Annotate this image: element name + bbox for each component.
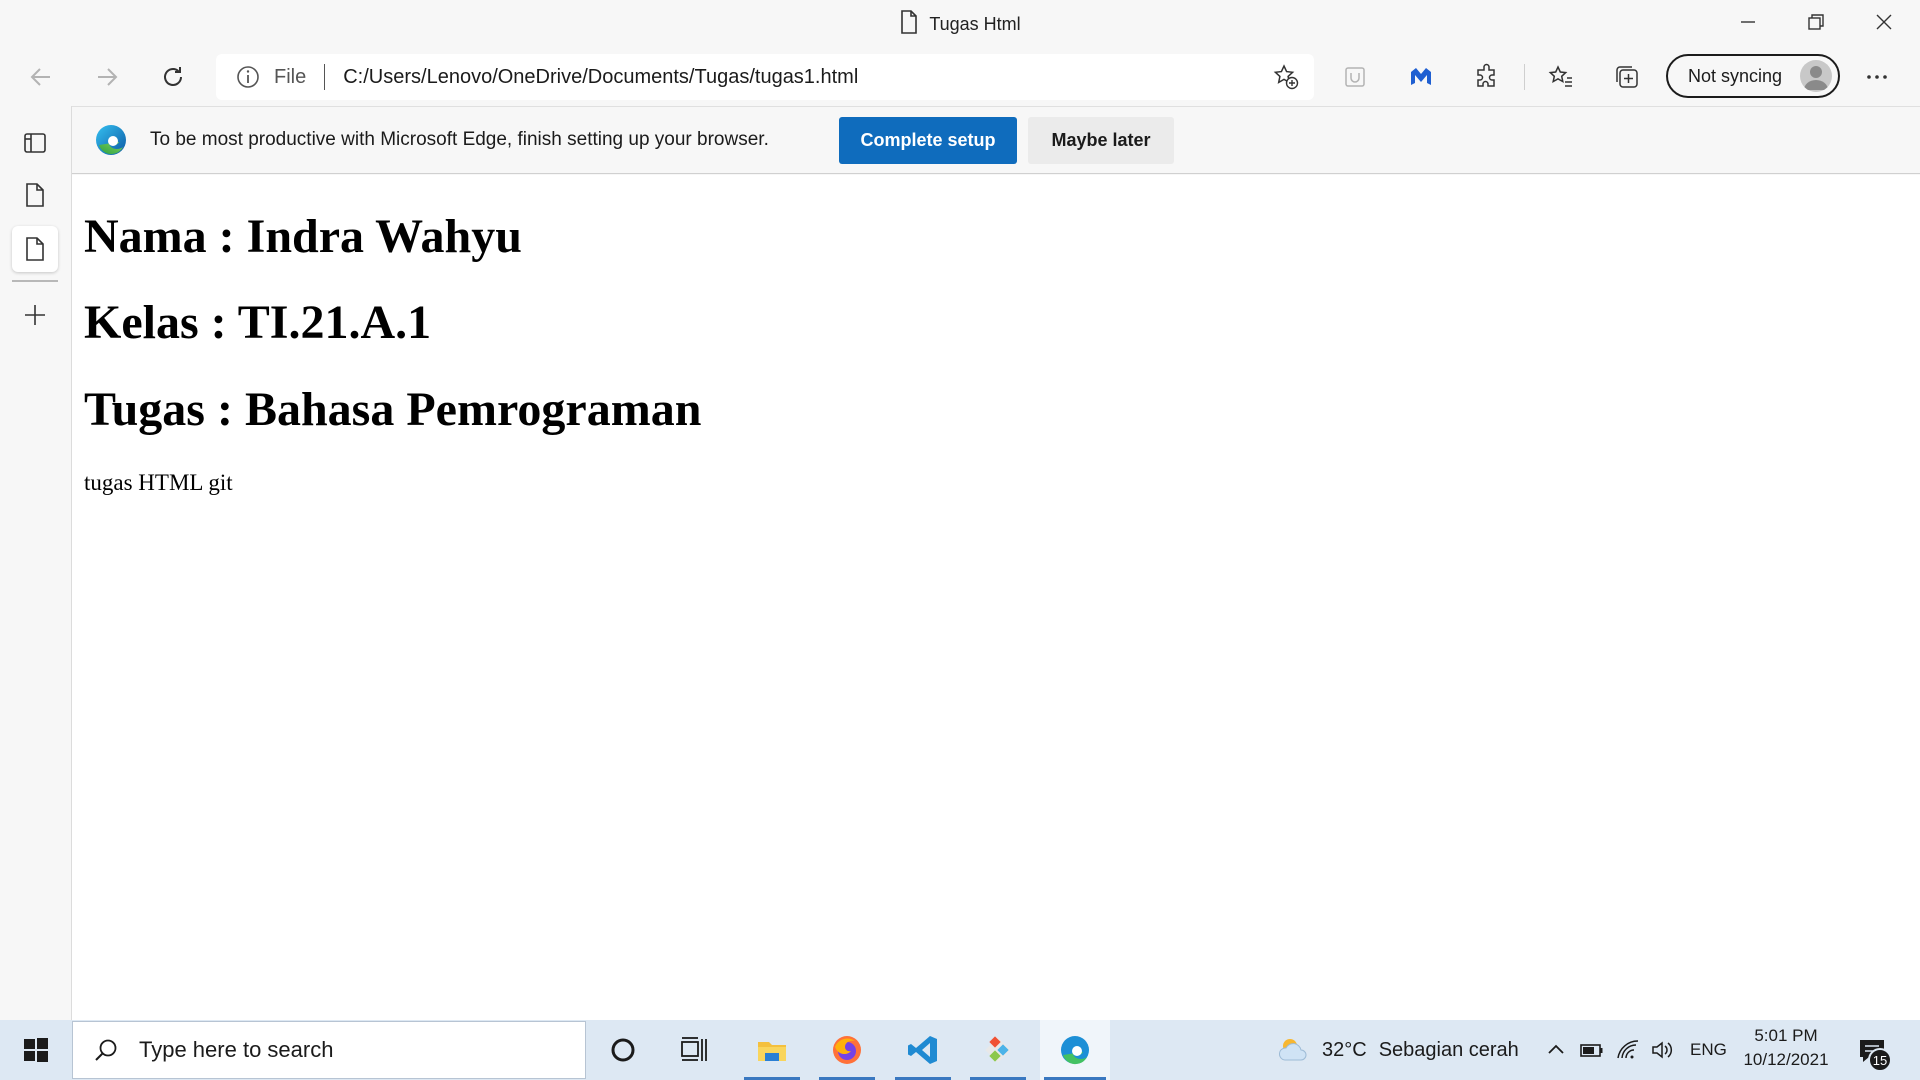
title-bar: Tugas Html [0,0,1920,48]
firefox-button[interactable] [815,1020,879,1080]
toolbar-separator [1524,64,1525,90]
volume-icon [1652,1041,1673,1059]
collections-button[interactable] [1608,58,1646,96]
site-info-label[interactable]: File [274,66,306,89]
browser-toolbar: File C:/Users/Lenovo/OneDrive/Documents/… [0,48,1920,106]
refresh-button[interactable] [150,54,196,100]
firefox-icon [833,1036,861,1064]
weather-icon [1279,1039,1307,1061]
forward-icon [98,68,118,86]
weather-temperature: 32°C [1322,1038,1367,1061]
window-title-area: Tugas Html [0,0,1920,48]
extension-icon [1345,67,1365,87]
avatar [1800,60,1832,92]
back-icon [30,68,50,86]
weather-widget[interactable]: 32°C Sebagian cerah [1322,1020,1519,1080]
malwarebytes-extension-button[interactable] [1402,58,1440,96]
network-button[interactable] [1614,1036,1642,1064]
taskbar-clock[interactable]: 5:01 PM 10/12/2021 [1736,1024,1836,1072]
close-icon [1876,14,1892,30]
task-view-icon [681,1037,707,1061]
git-gui-button[interactable] [966,1020,1030,1080]
refresh-icon [164,67,182,86]
restore-icon [1808,14,1824,30]
address-bar[interactable]: File C:/Users/Lenovo/OneDrive/Documents/… [216,54,1314,100]
heading-class: Kelas : TI.21.A.1 [84,296,432,349]
search-icon [95,1039,117,1061]
volume-button[interactable] [1648,1036,1676,1064]
show-hidden-icons-button[interactable] [1542,1036,1570,1064]
heading-task: Tugas : Bahasa Pemrograman [84,383,702,436]
settings-more-button[interactable] [1858,58,1896,96]
battery-icon [1580,1044,1603,1057]
plus-icon [25,305,45,325]
tab-actions-button[interactable] [12,120,58,166]
vscode-icon [908,1036,937,1064]
profile-sync-button[interactable]: Not syncing [1666,54,1840,98]
malwarebytes-icon [1411,68,1431,85]
battery-button[interactable] [1578,1036,1606,1064]
setup-message: To be most productive with Microsoft Edg… [150,129,769,150]
file-icon [26,237,44,261]
minimize-icon [1741,21,1755,23]
url-text[interactable]: C:/Users/Lenovo/OneDrive/Documents/Tugas… [343,66,858,89]
address-separator [324,64,326,90]
new-tab-button[interactable] [12,292,58,338]
restore-button[interactable] [1782,0,1850,44]
back-button[interactable] [18,54,64,100]
complete-setup-button[interactable]: Complete setup [839,117,1017,164]
collections-icon [1616,66,1638,88]
windows-taskbar: Type here to search 32°C Sebagian cerah [0,1020,1920,1080]
edge-logo-icon [96,125,126,155]
weather-description: Sebagian cerah [1378,1038,1519,1061]
clock-time: 5:01 PM [1754,1026,1818,1045]
input-language-button[interactable]: ENG [1690,1020,1727,1080]
windows-start-icon [24,1038,48,1062]
favorites-icon [1548,65,1572,87]
wifi-icon [1617,1040,1639,1059]
info-icon[interactable] [236,65,260,89]
file-explorer-icon [758,1042,786,1061]
file-icon [26,183,44,207]
close-window-button[interactable] [1850,0,1918,44]
maybe-later-button[interactable]: Maybe later [1028,117,1174,164]
tab-item-active[interactable] [12,226,58,272]
paragraph-text: tugas HTML git [84,470,233,495]
tab-actions-icon [24,133,46,153]
edge-taskbar-button[interactable] [1040,1020,1110,1080]
sync-status-label: Not syncing [1688,65,1783,86]
start-button[interactable] [14,1032,58,1068]
weather-widget-icon[interactable] [1276,1033,1310,1067]
clock-date: 10/12/2021 [1743,1050,1829,1069]
more-icon [1867,75,1887,79]
puzzle-icon [1477,63,1495,87]
task-view-button[interactable] [663,1020,727,1080]
search-placeholder: Type here to search [139,1037,334,1062]
tab-item[interactable] [12,172,58,218]
vertical-tabs-rail [0,106,72,1020]
setup-info-bar: To be most productive with Microsoft Edg… [72,106,1920,174]
page-content: Nama : Indra Wahyu Kelas : TI.21.A.1 Tug… [72,175,1920,1020]
extensions-button[interactable] [1468,58,1506,96]
heading-name: Nama : Indra Wahyu [84,210,522,263]
file-explorer-button[interactable] [740,1020,804,1080]
add-favorite-icon[interactable] [1272,63,1300,91]
rail-divider [12,280,58,282]
taskbar-search-box[interactable]: Type here to search [72,1021,586,1079]
git-icon [985,1036,1011,1063]
minimize-button[interactable] [1714,0,1782,44]
cortana-icon [611,1038,635,1062]
language-label: ENG [1690,1040,1727,1059]
cortana-button[interactable] [591,1020,655,1080]
extension-button[interactable] [1336,58,1374,96]
favorites-button[interactable] [1542,58,1580,96]
edge-icon [1061,1036,1089,1065]
forward-button[interactable] [84,54,130,100]
window-title: Tugas Html [929,13,1021,34]
file-icon [899,9,919,39]
chevron-up-icon [1548,1044,1564,1054]
vscode-button[interactable] [891,1020,955,1080]
notification-count-badge: 15 [1868,1048,1892,1072]
